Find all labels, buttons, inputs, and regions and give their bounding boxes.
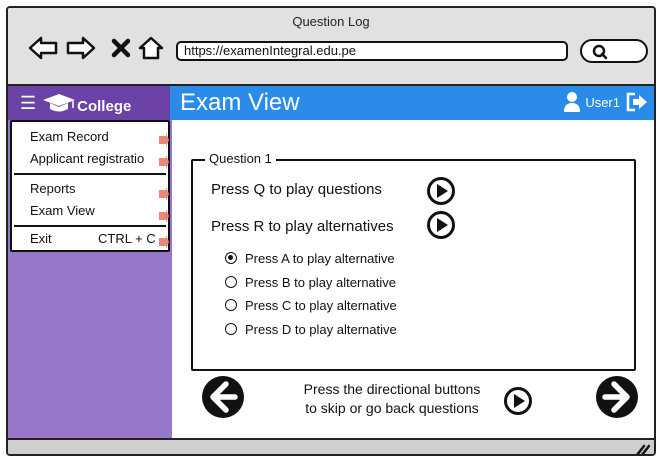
browser-window: Question Log https://examenIntegral.edu.… (6, 6, 656, 456)
directional-hint: Press the directional buttons to skip or… (282, 380, 502, 418)
question-legend: Question 1 (205, 151, 276, 167)
option-b[interactable]: Press B to play alternative (225, 273, 396, 291)
menu-shortcut: CTRL + C (98, 231, 156, 246)
menu-item-label: Reports (30, 181, 76, 196)
search-icon (592, 44, 608, 60)
menu-item-exam-record[interactable]: Exam Record (12, 126, 168, 148)
forward-button[interactable] (66, 36, 96, 60)
user-icon (564, 92, 581, 112)
dropdown-menu: Exam Record Applicant registratio Report… (10, 120, 170, 252)
browser-chrome: Question Log https://examenIntegral.edu.… (8, 8, 654, 86)
back-button[interactable] (28, 36, 58, 60)
previous-question-button[interactable] (200, 374, 246, 420)
play-icon (504, 387, 532, 415)
menu-divider (14, 173, 166, 175)
menu-item-exit[interactable]: Exit CTRL + C (12, 228, 168, 250)
play-icon (427, 177, 455, 205)
option-d[interactable]: Press D to play alternative (225, 320, 397, 338)
home-button[interactable] (138, 36, 164, 60)
option-c[interactable]: Press C to play alternative (225, 296, 397, 314)
arrow-left-icon (28, 36, 58, 60)
url-bar[interactable]: https://examenIntegral.edu.pe (176, 41, 568, 61)
app-header: ☰ College Exam View User1 (8, 86, 654, 120)
directional-hint-line2: to skip or go back questions (305, 400, 479, 416)
brand-name: College (77, 97, 132, 115)
menu-item-label: Applicant registratio (30, 151, 145, 166)
option-label: Press D to play alternative (245, 321, 397, 337)
radio[interactable] (225, 299, 237, 311)
previous-icon (202, 376, 244, 418)
graduation-cap-icon (43, 94, 76, 112)
directional-hint-line1: Press the directional buttons (303, 381, 481, 397)
menu-item-exam-view[interactable]: Exam View (12, 200, 168, 222)
hamburger-icon[interactable]: ☰ (20, 94, 36, 112)
brand: ☰ College (8, 86, 170, 120)
menu-item-label: Exam View (30, 203, 95, 218)
play-alternatives-label: Press R to play alternatives (211, 218, 394, 235)
radio-selected[interactable] (225, 252, 237, 264)
chevron-right-icon (159, 133, 169, 147)
menu-item-label: Exam Record (30, 129, 109, 144)
menu-item-label: Exit (30, 231, 52, 246)
username: User1 (585, 94, 620, 110)
menu-item-reports[interactable]: Reports (12, 178, 168, 200)
option-a[interactable]: Press A to play alternative (225, 249, 395, 267)
play-question-label: Press Q to play questions (211, 181, 382, 198)
next-icon (596, 376, 638, 418)
stop-button[interactable] (110, 36, 132, 60)
option-label: Press C to play alternative (245, 297, 397, 313)
menu-item-applicant-registration[interactable]: Applicant registratio (12, 148, 168, 170)
option-label: Press B to play alternative (245, 274, 397, 290)
close-icon (111, 38, 131, 58)
play-directional-button[interactable] (503, 386, 533, 416)
next-question-button[interactable] (594, 374, 640, 420)
resize-grip-icon[interactable] (634, 442, 650, 456)
home-icon (138, 36, 164, 60)
main-content: Question 1 Press Q to play questions Pre… (172, 120, 654, 438)
option-label: Press A to play alternative (245, 250, 395, 266)
search-input[interactable] (580, 39, 648, 63)
chevron-right-icon (159, 155, 169, 169)
logout-icon[interactable] (626, 92, 648, 112)
window-title: Question Log (292, 14, 370, 29)
play-icon (427, 211, 455, 239)
question-panel: Question 1 Press Q to play questions Pre… (191, 151, 636, 371)
chevron-right-icon (159, 209, 169, 223)
play-alternatives-button[interactable] (426, 210, 456, 240)
menu-divider (14, 225, 166, 227)
page-title: Exam View (180, 89, 300, 116)
arrow-right-icon (66, 36, 96, 60)
radio[interactable] (225, 276, 237, 288)
radio[interactable] (225, 323, 237, 335)
status-bar (8, 438, 654, 456)
play-question-button[interactable] (426, 176, 456, 206)
user-area: User1 (563, 91, 648, 113)
chevron-right-icon (159, 235, 169, 249)
